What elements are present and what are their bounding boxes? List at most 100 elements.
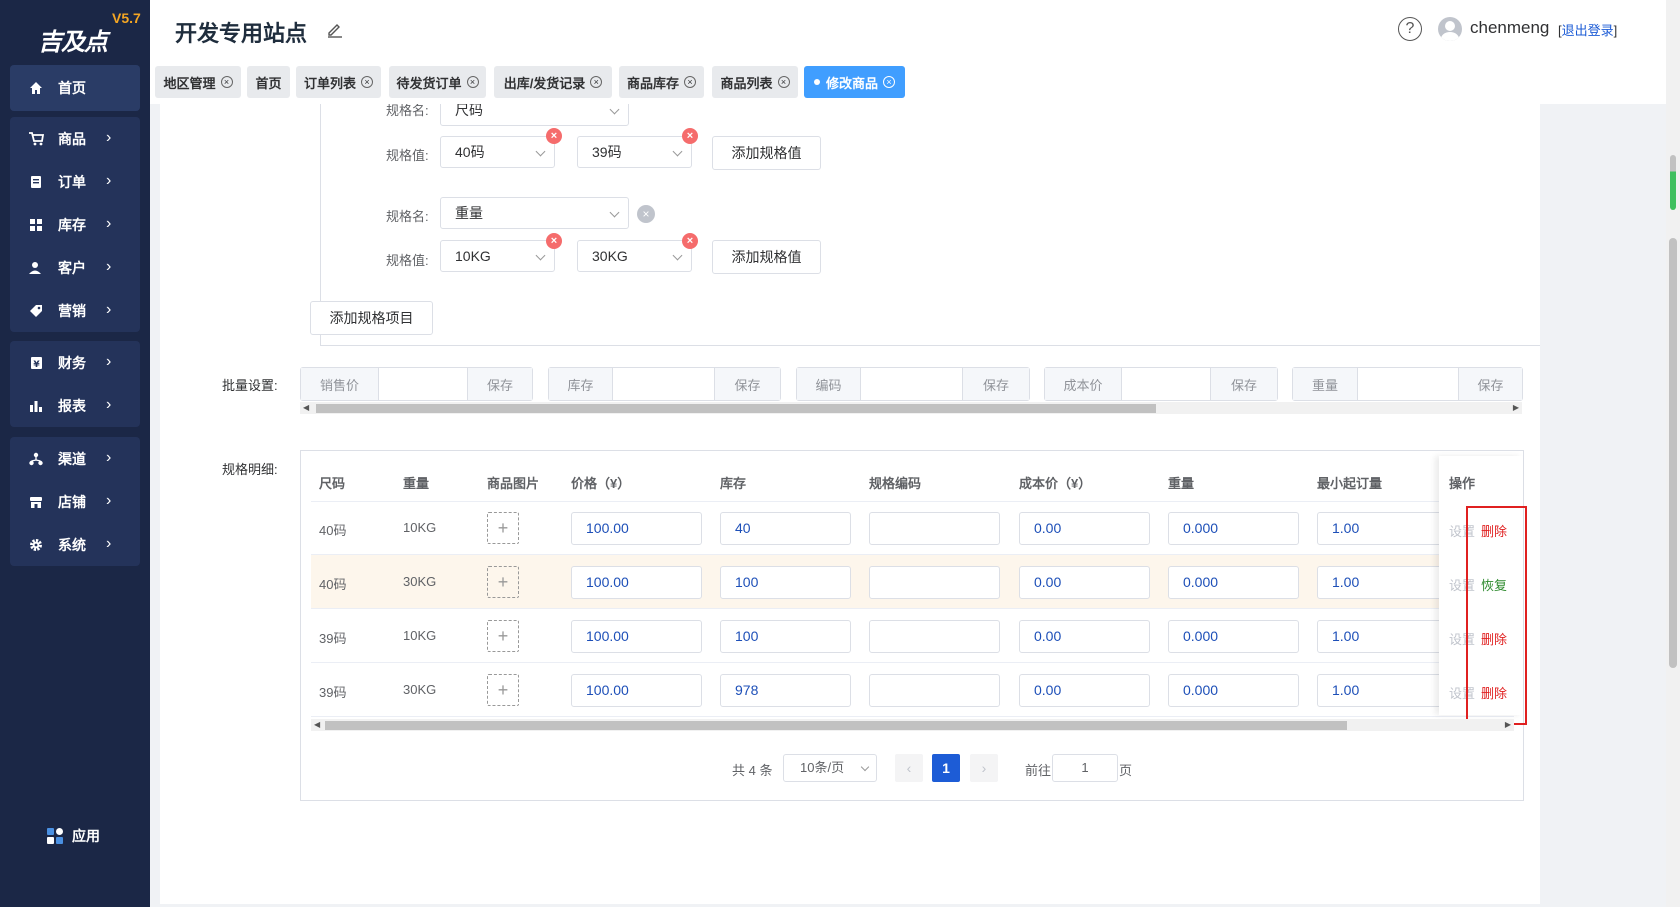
scrollbar-thumb[interactable] [1669, 238, 1677, 668]
scroll-left-icon[interactable]: ◀ [314, 719, 320, 731]
sidebar-item-customers[interactable]: 客户 › [10, 246, 140, 289]
tab-goods-list[interactable]: 商品列表 × [712, 66, 798, 98]
upload-image-button[interactable]: + [487, 512, 519, 544]
sidebar-item-system[interactable]: 系统 › [10, 523, 140, 566]
cost-input[interactable]: 0.00 [1019, 566, 1150, 599]
sidebar-item-goods[interactable]: 商品 › [10, 117, 140, 160]
tab-region[interactable]: 地区管理 × [155, 66, 241, 98]
sidebar-item-marketing[interactable]: 营销 › [10, 289, 140, 332]
scrollbar-thumb[interactable] [316, 404, 1156, 413]
edit-pencil-icon[interactable] [326, 20, 344, 38]
sidebar-item-stock[interactable]: 库存 › [10, 203, 140, 246]
remove-value-icon[interactable]: × [682, 233, 698, 249]
add-spec-value-button[interactable]: 添加规格值 [712, 240, 821, 274]
price-input[interactable]: 100.00 [571, 566, 702, 599]
upload-image-button[interactable]: + [487, 620, 519, 652]
add-spec-value-button[interactable]: 添加规格值 [712, 136, 821, 170]
scroll-left-icon[interactable]: ◀ [303, 402, 309, 414]
close-icon[interactable]: × [466, 76, 479, 88]
batch-save-button[interactable]: 保存 [1459, 368, 1522, 400]
avatar[interactable] [1438, 17, 1462, 41]
remove-value-icon[interactable]: × [546, 233, 562, 249]
scroll-right-icon[interactable]: ▶ [1513, 402, 1519, 414]
moq-input[interactable]: 1.00 [1317, 512, 1448, 545]
spec-value-select[interactable]: 39码 [577, 136, 692, 168]
tab-home[interactable]: 首页 [247, 66, 290, 98]
remove-value-icon[interactable]: × [546, 128, 562, 144]
weight-input[interactable]: 0.000 [1168, 512, 1299, 545]
stock-input[interactable]: 100 [720, 566, 851, 599]
batch-save-button[interactable]: 保存 [963, 368, 1029, 400]
price-input[interactable]: 100.00 [571, 512, 702, 545]
sidebar-item-orders[interactable]: 订单 › [10, 160, 140, 203]
tab-goods-stock[interactable]: 商品库存 × [619, 66, 704, 98]
next-page-button[interactable]: › [970, 754, 998, 782]
table-scrollbar[interactable]: ◀ ▶ [311, 719, 1514, 731]
spec-code-input[interactable] [869, 566, 1000, 599]
spec-name-select-2[interactable]: 重量 [440, 197, 629, 229]
batch-scrollbar[interactable]: ◀ ▶ [300, 402, 1522, 414]
scroll-right-icon[interactable]: ▶ [1505, 719, 1511, 731]
sidebar-item-finance[interactable]: ¥ 财务 › [10, 341, 140, 384]
help-icon[interactable]: ? [1398, 17, 1422, 41]
batch-stock-input[interactable] [613, 368, 715, 400]
upload-image-button[interactable]: + [487, 566, 519, 598]
price-input[interactable]: 100.00 [571, 674, 702, 707]
goto-page-input[interactable]: 1 [1052, 754, 1118, 782]
tab-edit-goods[interactable]: 修改商品 × [804, 66, 905, 98]
page-number-button[interactable]: 1 [932, 754, 960, 782]
scrollbar-thumb[interactable] [325, 721, 1347, 730]
page-size-select[interactable]: 10条/页 [783, 754, 877, 782]
price-input[interactable]: 100.00 [571, 620, 702, 653]
moq-input[interactable]: 1.00 [1317, 566, 1448, 599]
remove-value-icon[interactable]: × [682, 128, 698, 144]
spec-code-input[interactable] [869, 674, 1000, 707]
tab-order-list[interactable]: 订单列表 × [296, 66, 381, 98]
sidebar-item-channels[interactable]: 渠道 › [10, 437, 140, 480]
page-scrollbar[interactable] [1666, 0, 1680, 907]
close-icon[interactable]: × [883, 76, 895, 88]
brand-logo[interactable]: 吉及点 V5.7 [34, 10, 144, 56]
spec-value-select[interactable]: 10KG [440, 240, 555, 272]
moq-input[interactable]: 1.00 [1317, 674, 1448, 707]
cost-input[interactable]: 0.00 [1019, 674, 1150, 707]
weight-input[interactable]: 0.000 [1168, 674, 1299, 707]
stock-input[interactable]: 40 [720, 512, 851, 545]
spec-code-input[interactable] [869, 620, 1000, 653]
close-icon[interactable]: × [777, 76, 790, 88]
add-spec-item-button[interactable]: 添加规格项目 [310, 301, 433, 335]
close-icon[interactable]: × [684, 76, 696, 88]
weight-input[interactable]: 0.000 [1168, 566, 1299, 599]
batch-code-input[interactable] [861, 368, 963, 400]
sidebar-item-shops[interactable]: 店铺 › [10, 480, 140, 523]
batch-save-button[interactable]: 保存 [1211, 368, 1277, 400]
batch-save-button[interactable]: 保存 [715, 368, 780, 400]
upload-image-button[interactable]: + [487, 674, 519, 706]
remove-spec-item-icon[interactable]: × [637, 205, 655, 223]
stock-input[interactable]: 100 [720, 620, 851, 653]
tab-pending-orders[interactable]: 待发货订单 × [389, 66, 486, 98]
cost-input[interactable]: 0.00 [1019, 620, 1150, 653]
batch-cost-input[interactable] [1122, 368, 1211, 400]
sidebar-item-apps[interactable]: 应用 [46, 826, 100, 846]
spec-code-input[interactable] [869, 512, 1000, 545]
stock-input[interactable]: 978 [720, 674, 851, 707]
cost-input[interactable]: 0.00 [1019, 512, 1150, 545]
close-icon[interactable]: × [590, 76, 603, 88]
prev-page-button[interactable]: ‹ [895, 754, 923, 782]
spec-name-label: 规格名: [386, 104, 429, 118]
spec-name-select-1[interactable]: 尺码 [440, 104, 629, 126]
weight-input[interactable]: 0.000 [1168, 620, 1299, 653]
batch-save-button[interactable]: 保存 [468, 368, 532, 400]
spec-value-select[interactable]: 30KG [577, 240, 692, 272]
logout-link[interactable]: 退出登录 [1562, 23, 1614, 38]
moq-input[interactable]: 1.00 [1317, 620, 1448, 653]
close-icon[interactable]: × [220, 76, 233, 88]
batch-weight-input[interactable] [1358, 368, 1459, 400]
spec-value-select[interactable]: 40码 [440, 136, 555, 168]
sidebar-item-home[interactable]: 首页 [10, 65, 140, 111]
sidebar-item-reports[interactable]: 报表 › [10, 384, 140, 427]
batch-price-input[interactable] [379, 368, 468, 400]
close-icon[interactable]: × [361, 76, 373, 88]
tab-shipping-records[interactable]: 出库/发货记录 × [494, 66, 612, 98]
